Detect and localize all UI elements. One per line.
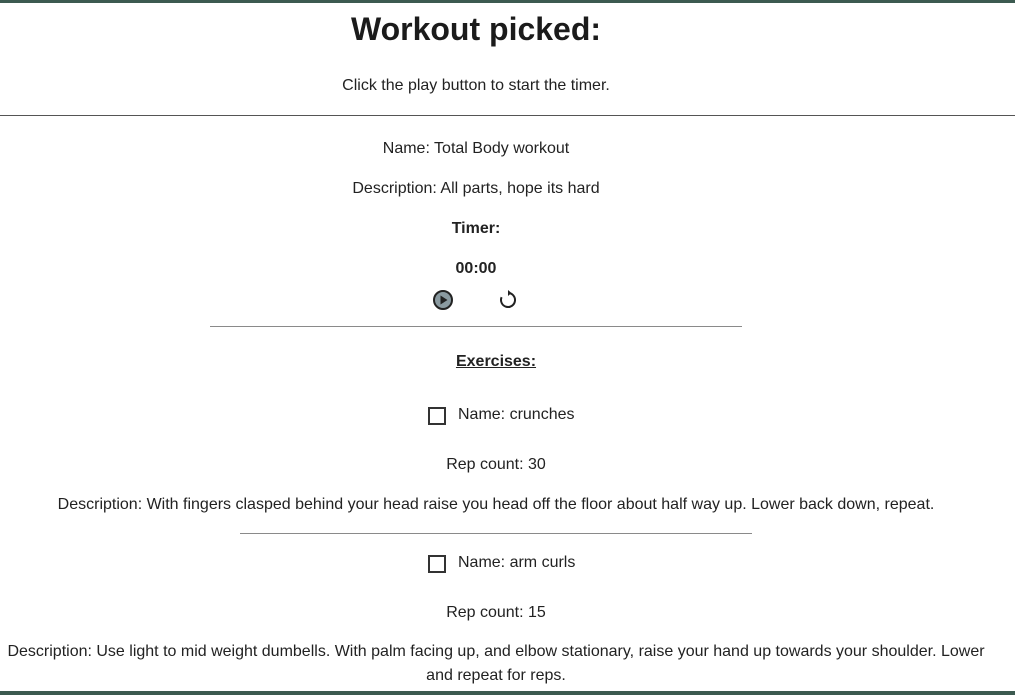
workout-description: Description: All parts, hope its hard [352, 180, 600, 197]
page-title: Workout picked: [350, 11, 602, 47]
exercise-name: Name: crunches [458, 406, 575, 423]
timer-value: 00:00 [455, 260, 497, 277]
top-frame-border [0, 0, 1015, 3]
header-divider [0, 115, 1015, 116]
play-button[interactable] [432, 289, 454, 311]
workout-name: Name: Total Body workout [382, 140, 570, 157]
bottom-frame-border [0, 691, 1015, 695]
exercise-reps: Rep count: 30 [446, 456, 546, 473]
timer-label: Timer: [451, 220, 501, 237]
timer-divider [210, 326, 742, 327]
exercise-checkbox-arm-curls[interactable] [428, 555, 446, 573]
exercises-heading: Exercises: [455, 353, 537, 370]
exercise-name: Name: arm curls [458, 554, 576, 571]
instructions-text: Click the play button to start the timer… [342, 77, 610, 94]
exercise-reps: Rep count: 15 [446, 604, 546, 621]
reset-button[interactable] [497, 289, 519, 311]
exercise-description: Description: Use light to mid weight dum… [7, 643, 985, 684]
exercise-divider [240, 533, 752, 534]
play-circle-icon [433, 290, 453, 310]
exercise-description: Description: With fingers clasped behind… [57, 496, 935, 513]
reset-icon [500, 290, 516, 308]
exercise-checkbox-crunches[interactable] [428, 407, 446, 425]
